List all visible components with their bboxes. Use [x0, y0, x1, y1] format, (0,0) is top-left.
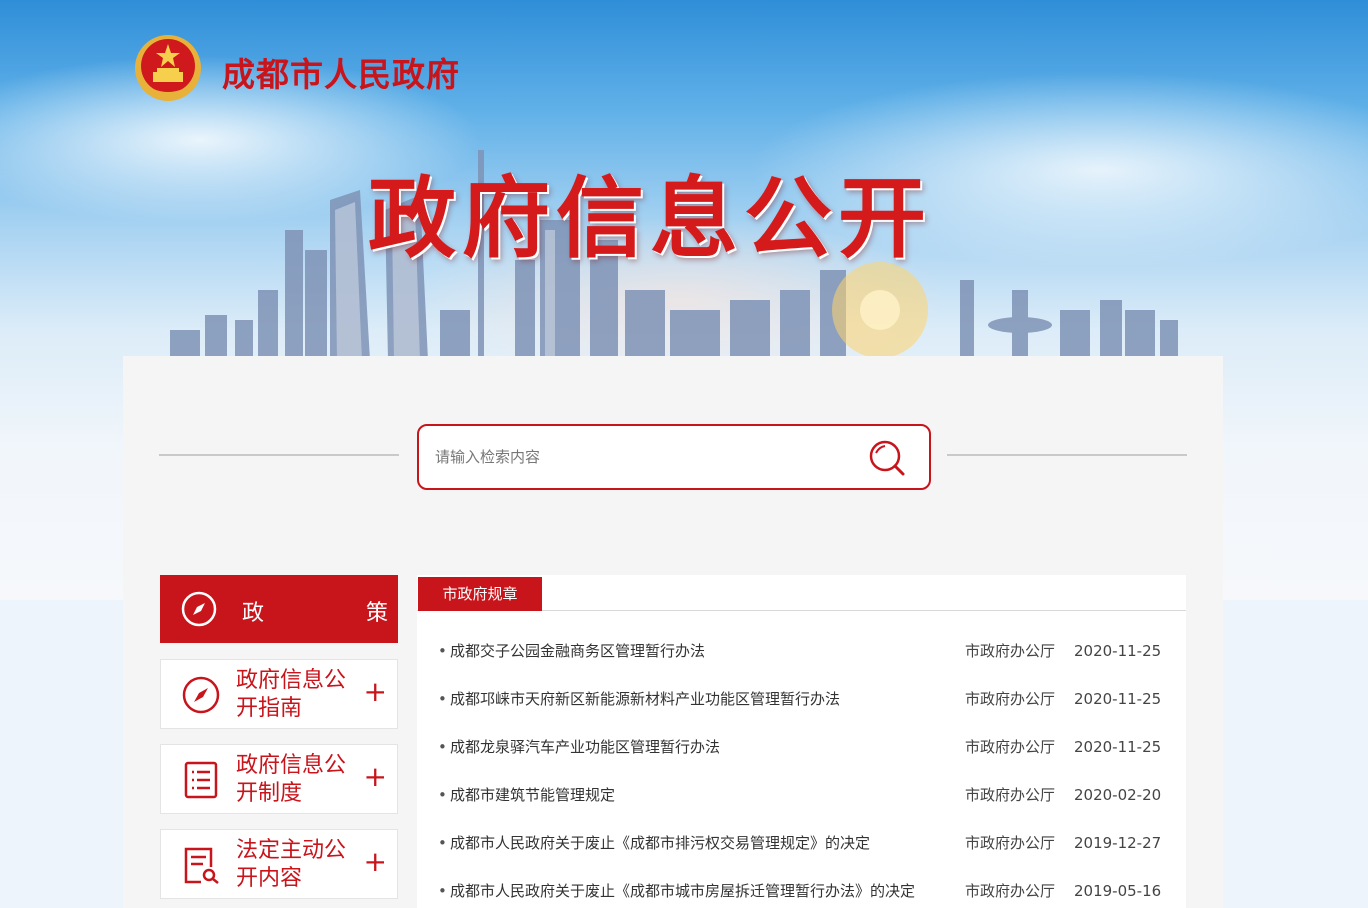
compass-icon — [181, 591, 217, 627]
list-item-title[interactable]: 成都市人民政府关于废止《成都市城市房屋拆迁管理暂行办法》的决定 — [450, 867, 915, 908]
sidebar-item-disclosure-system[interactable]: 政府信息公开制度 + — [160, 744, 398, 814]
document-search-icon — [184, 847, 219, 884]
list-item[interactable]: • 成都邛崃市天府新区新能源新材料产业功能区管理暂行办法 市政府办公厅 2020… — [417, 675, 1186, 723]
national-emblem-logo — [135, 35, 201, 101]
bullet: • — [438, 786, 447, 804]
list-item-dept: 市政府办公厅 — [965, 882, 1056, 900]
list-item-dept: 市政府办公厅 — [965, 786, 1056, 804]
list-icon — [184, 761, 218, 799]
search-input[interactable] — [435, 442, 855, 472]
search-icon[interactable] — [867, 438, 907, 478]
list-item-dept: 市政府办公厅 — [965, 834, 1056, 852]
list-item-title[interactable]: 成都交子公园金融商务区管理暂行办法 — [450, 627, 705, 675]
regulations-list: • 成都交子公园金融商务区管理暂行办法 市政府办公厅 2020-11-25 • … — [417, 627, 1186, 908]
sidebar-item-label: 法定主动公开内容 — [236, 838, 347, 891]
bullet: • — [438, 642, 447, 660]
bullet: • — [438, 738, 447, 756]
list-item-title[interactable]: 成都邛崃市天府新区新能源新材料产业功能区管理暂行办法 — [450, 675, 840, 723]
list-item-date: 2019-05-16 — [1074, 882, 1162, 900]
expand-icon[interactable]: + — [364, 762, 387, 792]
list-item-dept: 市政府办公厅 — [965, 738, 1056, 756]
tab-bar: 市政府规章 — [417, 575, 1186, 611]
compass-icon — [182, 676, 220, 714]
sidebar-item-statutory-content[interactable]: 法定主动公开内容 + — [160, 829, 398, 899]
expand-icon[interactable]: + — [364, 847, 387, 877]
sidebar-item-label: 政府信息公开制度 — [236, 753, 347, 806]
bullet: • — [438, 882, 447, 900]
regulations-list-panel: 市政府规章 • 成都交子公园金融商务区管理暂行办法 市政府办公厅 2020-11… — [417, 575, 1186, 908]
banner-title: 政府信息公开 — [368, 167, 933, 270]
tab-municipal-regulations[interactable]: 市政府规章 — [418, 577, 542, 611]
divider-right — [947, 454, 1187, 456]
sidebar-item-label: 政府信息公开指南 — [236, 668, 347, 721]
list-item-title[interactable]: 成都龙泉驿汽车产业功能区管理暂行办法 — [450, 723, 720, 771]
sidebar-item-policy[interactable]: 政 策 — [160, 575, 398, 643]
list-item[interactable]: • 成都市人民政府关于废止《成都市城市房屋拆迁管理暂行办法》的决定 市政府办公厅… — [417, 867, 1186, 908]
list-item-date: 2020-11-25 — [1074, 690, 1162, 708]
list-item[interactable]: • 成都市建筑节能管理规定 市政府办公厅 2020-02-20 — [417, 771, 1186, 819]
site-title[interactable]: 成都市人民政府 — [222, 48, 460, 96]
list-item-date: 2020-11-25 — [1074, 738, 1162, 756]
list-item-title[interactable]: 成都市人民政府关于废止《成都市排污权交易管理规定》的决定 — [450, 819, 870, 867]
bullet: • — [438, 834, 447, 852]
list-item[interactable]: • 成都龙泉驿汽车产业功能区管理暂行办法 市政府办公厅 2020-11-25 — [417, 723, 1186, 771]
list-item-date: 2019-12-27 — [1074, 834, 1162, 852]
list-item-dept: 市政府办公厅 — [965, 690, 1056, 708]
list-item-dept: 市政府办公厅 — [965, 642, 1056, 660]
sidebar-item-disclosure-guide[interactable]: 政府信息公开指南 + — [160, 659, 398, 729]
list-item[interactable]: • 成都市人民政府关于废止《成都市排污权交易管理规定》的决定 市政府办公厅 20… — [417, 819, 1186, 867]
list-item-date: 2020-02-20 — [1074, 786, 1162, 804]
list-item-date: 2020-11-25 — [1074, 642, 1162, 660]
list-item-title[interactable]: 成都市建筑节能管理规定 — [450, 771, 615, 819]
divider-left — [159, 454, 399, 456]
search-box — [417, 424, 931, 490]
bullet: • — [438, 690, 447, 708]
sidebar-item-label: 政 策 — [242, 601, 429, 626]
expand-icon[interactable]: + — [364, 677, 387, 707]
list-item[interactable]: • 成都交子公园金融商务区管理暂行办法 市政府办公厅 2020-11-25 — [417, 627, 1186, 675]
